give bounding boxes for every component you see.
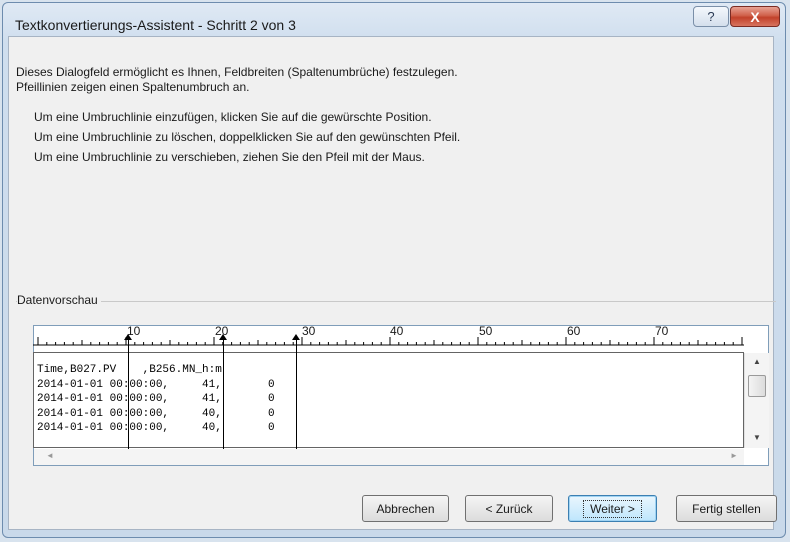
scroll-down-icon[interactable]: ▼ xyxy=(753,433,761,442)
preview-data-area[interactable]: Time,B027.PV ,B256.MN_h:m 2014-01-01 00:… xyxy=(33,352,744,448)
ruler-label-70: 70 xyxy=(655,324,669,338)
vertical-scroll-thumb[interactable] xyxy=(748,375,766,397)
preview-row: 2014-01-01 00:00:00, 40, 0 xyxy=(37,422,275,434)
help-icon: ? xyxy=(707,9,715,24)
instruction-delete: Um eine Umbruchlinie zu löschen, doppelk… xyxy=(34,130,461,144)
ruler-label-40: 40 xyxy=(390,324,404,338)
finish-button[interactable]: Fertig stellen xyxy=(676,495,777,522)
scroll-right-icon[interactable]: ► xyxy=(730,451,738,460)
next-button-label: Weiter > xyxy=(583,499,642,518)
preview-row: 2014-01-01 00:00:00, 40, 0 xyxy=(37,408,275,420)
vertical-scrollbar[interactable]: ▲ ▼ xyxy=(744,353,769,448)
preview-label: Datenvorschau xyxy=(17,293,101,307)
column-break-line-1[interactable] xyxy=(128,338,129,453)
preview-group-border xyxy=(16,301,776,302)
close-button[interactable]: X xyxy=(730,6,780,27)
ruler-label-50: 50 xyxy=(479,324,493,338)
scroll-up-icon[interactable]: ▲ xyxy=(753,357,761,366)
instruction-move: Um eine Umbruchlinie zu verschieben, zie… xyxy=(34,150,425,164)
preview-row: 2014-01-01 00:00:00, 41, 0 xyxy=(37,379,275,391)
next-button[interactable]: Weiter > xyxy=(568,495,657,522)
ruler-label-60: 60 xyxy=(567,324,581,338)
title-bar[interactable]: Textkonvertierungs-Assistent - Schritt 2… xyxy=(3,3,785,39)
description-line-1: Dieses Dialogfeld ermöglicht es Ihnen, F… xyxy=(16,65,458,79)
preview-row: 2014-01-01 00:00:00, 41, 0 xyxy=(37,393,275,405)
window-title: Textkonvertierungs-Assistent - Schritt 2… xyxy=(15,17,296,33)
preview-row-header: Time,B027.PV ,B256.MN_h:m xyxy=(37,364,222,376)
description-line-2: Pfeillinien zeigen einen Spaltenumbruch … xyxy=(16,80,250,94)
close-icon: X xyxy=(750,8,760,25)
cancel-button[interactable]: Abbrechen xyxy=(362,495,449,522)
column-break-line-2[interactable] xyxy=(223,338,224,453)
back-button[interactable]: < Zurück xyxy=(465,495,553,522)
help-button[interactable]: ? xyxy=(693,6,729,27)
ruler-label-30: 30 xyxy=(302,324,316,338)
column-break-line-3[interactable] xyxy=(296,338,297,453)
horizontal-scrollbar[interactable]: ◄ ► xyxy=(34,449,744,465)
scroll-left-icon[interactable]: ◄ xyxy=(46,451,54,460)
instruction-insert: Um eine Umbruchlinie einzufügen, klicken… xyxy=(34,110,432,124)
